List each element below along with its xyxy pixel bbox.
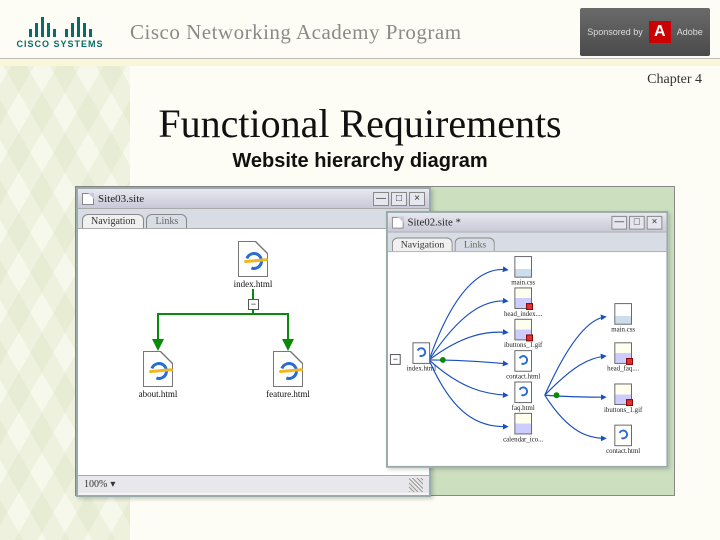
close-button[interactable]: × — [647, 215, 663, 229]
adobe-logo-icon: A — [649, 21, 671, 43]
node-child[interactable]: about.html — [128, 351, 188, 399]
left-window-controls: — □ × — [373, 192, 425, 206]
node-item[interactable]: ibuttons_1.gif — [498, 319, 549, 349]
node-item[interactable]: main.css — [498, 256, 549, 286]
document-icon — [392, 216, 404, 228]
node-child[interactable]: feature.html — [258, 351, 318, 399]
minimize-button[interactable]: — — [611, 215, 627, 229]
right-window-title: Site02.site * — [408, 216, 461, 228]
node-label: contact.html — [598, 447, 649, 455]
page-icon — [514, 382, 532, 404]
modified-marker-icon — [626, 399, 633, 406]
left-tabs: Navigation Links — [78, 209, 429, 229]
image-file-icon — [514, 413, 532, 435]
ie-icon — [277, 359, 301, 383]
page-icon — [412, 342, 430, 364]
program-title: Cisco Networking Academy Program — [110, 20, 580, 45]
css-file-icon — [614, 303, 632, 325]
sponsor-badge: Sponsored by A Adobe — [580, 8, 710, 56]
node-label: index.html — [223, 279, 283, 289]
sponsor-label: Sponsored by — [587, 27, 643, 37]
page-icon — [238, 241, 268, 277]
tab-links[interactable]: Links — [146, 214, 187, 228]
page-icon — [273, 351, 303, 387]
screenshot-figure: Site03.site — □ × Navigation Links — [75, 186, 675, 496]
left-app-window: Site03.site — □ × Navigation Links — [76, 187, 431, 497]
modified-marker-icon — [626, 358, 633, 365]
maximize-button[interactable]: □ — [391, 192, 407, 206]
node-index[interactable]: index.html — [223, 241, 283, 289]
ie-icon — [517, 385, 530, 398]
left-window-title: Site03.site — [98, 193, 144, 205]
tab-navigation[interactable]: Navigation — [82, 214, 144, 228]
page-icon — [614, 425, 632, 447]
node-label: about.html — [128, 389, 188, 399]
node-item[interactable]: main.css — [598, 303, 649, 333]
right-app-window: Site02.site * — □ × Navigation Links — [386, 211, 668, 468]
node-label: head_index.... — [498, 310, 549, 318]
page-icon — [143, 351, 173, 387]
right-window-controls: — □ × — [611, 215, 662, 229]
tab-navigation[interactable]: Navigation — [392, 237, 453, 251]
maximize-button[interactable]: □ — [629, 215, 645, 229]
zoom-value[interactable]: 100% — [84, 479, 107, 490]
close-button[interactable]: × — [409, 192, 425, 206]
chapter-label: Chapter 4 — [647, 72, 702, 88]
ie-icon — [415, 346, 428, 359]
document-icon — [82, 193, 94, 205]
node-label: faq.html — [498, 404, 549, 412]
node-label: head_faq.... — [598, 365, 649, 373]
left-canvas[interactable]: index.html − about.html feature.html — [78, 229, 429, 475]
node-label: main.css — [598, 326, 649, 334]
slide-header: CISCO SYSTEMS Cisco Networking Academy P… — [0, 0, 720, 58]
resize-grip-icon[interactable] — [409, 478, 423, 492]
css-file-icon — [514, 256, 532, 278]
node-item[interactable]: head_faq.... — [598, 342, 649, 372]
cisco-logo: CISCO SYSTEMS — [10, 15, 110, 49]
expander-minus[interactable]: − — [248, 299, 259, 310]
left-titlebar[interactable]: Site03.site — □ × — [78, 189, 429, 209]
cisco-bridge-icon — [10, 15, 110, 37]
image-file-icon — [514, 319, 532, 341]
left-statusbar: 100% ▾ — [78, 475, 429, 493]
ie-icon — [517, 354, 530, 367]
right-tabs: Navigation Links — [388, 233, 666, 253]
image-file-icon — [614, 342, 632, 364]
ie-icon — [617, 428, 630, 441]
node-item[interactable]: head_index.... — [498, 287, 549, 317]
right-titlebar[interactable]: Site02.site * — □ × — [388, 213, 666, 233]
node-label: contact.html — [498, 373, 549, 381]
node-root-right[interactable]: index.html — [396, 342, 447, 372]
image-file-icon — [614, 383, 632, 405]
slide-title: Functional Requirements — [0, 100, 720, 147]
ie-icon — [147, 359, 171, 383]
node-label: index.html — [396, 365, 447, 373]
ie-icon — [242, 249, 266, 273]
page-icon — [514, 350, 532, 372]
node-label: ibuttons_1.gif — [598, 406, 649, 414]
slide-subtitle: Website hierarchy diagram — [0, 150, 720, 173]
node-label: calendar_ico... — [498, 435, 549, 443]
sponsor-name: Adobe — [677, 27, 703, 37]
zoom-dropdown-icon[interactable]: ▾ — [110, 479, 115, 490]
node-item[interactable]: contact.html — [598, 425, 649, 455]
node-item[interactable]: contact.html — [498, 350, 549, 380]
image-file-icon — [514, 287, 532, 309]
cisco-brand-text: CISCO SYSTEMS — [10, 39, 110, 49]
modified-marker-icon — [526, 334, 533, 341]
minimize-button[interactable]: — — [373, 192, 389, 206]
modified-marker-icon — [526, 303, 533, 310]
node-label: ibuttons_1.gif — [498, 341, 549, 349]
node-item[interactable]: ibuttons_1.gif — [598, 383, 649, 413]
node-item[interactable]: faq.html — [498, 382, 549, 412]
node-label: feature.html — [258, 389, 318, 399]
right-canvas[interactable]: − index.html main.css head_index.... ibu… — [388, 252, 666, 466]
node-item[interactable]: calendar_ico... — [498, 413, 549, 443]
header-divider — [0, 58, 720, 66]
node-label: main.css — [498, 279, 549, 287]
tab-links[interactable]: Links — [455, 237, 495, 251]
